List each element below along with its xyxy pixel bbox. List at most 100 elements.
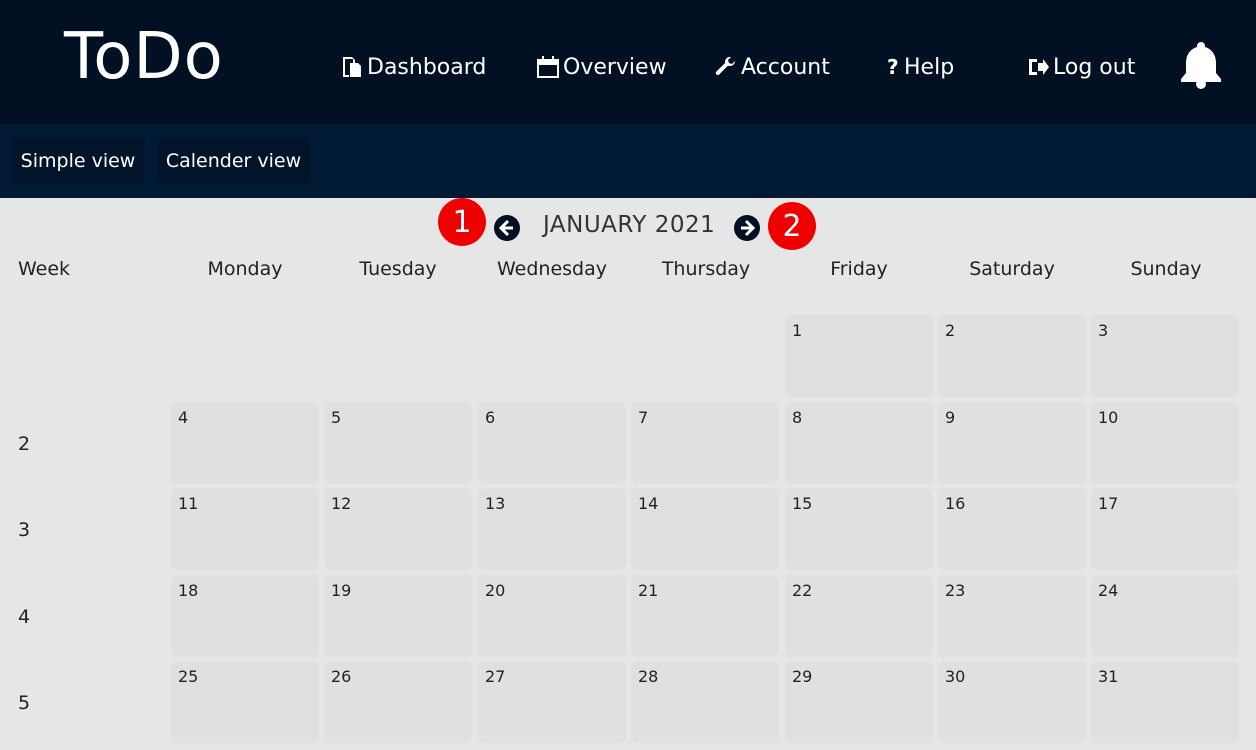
day-cell[interactable]: 1 [785,315,933,397]
day-header-saturday: Saturday [969,258,1055,280]
week-number: 4 [18,606,31,628]
wrench-icon [715,56,735,75]
day-cell[interactable]: 9 [938,402,1086,484]
day-number: 16 [945,494,966,513]
day-number: 8 [792,408,803,427]
nav-dashboard-label: Dashboard [367,54,487,80]
nav-overview-label: Overview [563,54,667,80]
day-cell[interactable]: 28 [631,661,779,743]
day-header-tuesday: Tuesday [359,258,437,280]
day-cell[interactable]: 16 [938,488,1086,570]
week-column-header: Week [18,258,71,280]
day-number: 3 [1098,321,1109,340]
day-number: 4 [178,408,189,427]
day-number: 25 [178,667,199,686]
bell-icon[interactable] [1178,40,1224,90]
top-navbar: ToDo Dashboard Overview Account ? Help L… [0,0,1256,124]
document-icon [343,57,361,77]
arrow-right-icon [741,219,756,237]
day-number: 11 [178,494,199,513]
nav-help-label: Help [904,54,955,80]
day-number: 1 [792,321,803,340]
day-cell[interactable]: 6 [478,402,626,484]
week-number: 3 [18,519,31,541]
day-cell[interactable]: 14 [631,488,779,570]
day-cell[interactable]: 31 [1091,661,1239,743]
week-number: 2 [18,433,31,455]
day-header-friday: Friday [830,258,888,280]
day-cell[interactable]: 7 [631,402,779,484]
day-number: 10 [1098,408,1119,427]
day-number: 7 [638,408,649,427]
day-header-monday: Monday [207,258,283,280]
day-header-wednesday: Wednesday [496,258,607,280]
week-number: 5 [18,692,31,714]
day-number: 26 [331,667,352,686]
day-cell[interactable]: 15 [785,488,933,570]
day-number: 15 [792,494,813,513]
day-cell[interactable]: 26 [324,661,472,743]
day-number: 12 [331,494,352,513]
question-icon: ? [887,55,899,79]
day-cell[interactable]: 24 [1091,575,1239,657]
day-number: 24 [1098,581,1119,600]
month-title: JANUARY 2021 [543,212,716,238]
day-cell[interactable]: 29 [785,661,933,743]
day-number: 31 [1098,667,1119,686]
day-cell[interactable]: 18 [171,575,319,657]
day-number: 23 [945,581,966,600]
day-cell[interactable]: 22 [785,575,933,657]
calendar-view-button[interactable]: Calender view [158,138,309,184]
prev-month-button[interactable] [494,215,520,241]
day-cell[interactable]: 30 [938,661,1086,743]
day-number: 27 [485,667,506,686]
day-number: 17 [1098,494,1119,513]
logout-icon [1029,59,1049,75]
next-month-button[interactable] [734,215,760,241]
day-cell[interactable]: 8 [785,402,933,484]
day-cell[interactable]: 23 [938,575,1086,657]
day-number: 2 [945,321,956,340]
day-number: 6 [485,408,496,427]
day-number: 5 [331,408,342,427]
day-number: 21 [638,581,659,600]
app-logo[interactable]: ToDo [64,20,224,94]
day-cell[interactable]: 17 [1091,488,1239,570]
simple-view-button[interactable]: Simple view [12,138,144,184]
day-cell[interactable]: 11 [171,488,319,570]
day-number: 20 [485,581,506,600]
nav-overview[interactable]: Overview [536,52,667,82]
day-number: 29 [792,667,813,686]
day-cell[interactable]: 12 [324,488,472,570]
day-number: 14 [638,494,659,513]
day-cell[interactable]: 19 [324,575,472,657]
day-cell[interactable]: 10 [1091,402,1239,484]
day-header-thursday: Thursday [661,258,751,280]
day-cell[interactable]: 27 [478,661,626,743]
day-cell[interactable]: 21 [631,575,779,657]
day-number: 22 [792,581,813,600]
annotation-marker-2: 2 [768,202,816,250]
nav-logout[interactable]: Log out [1026,52,1135,82]
day-cell[interactable]: 4 [171,402,319,484]
day-number: 28 [638,667,659,686]
annotation-marker-1: 1 [438,198,486,246]
day-number: 30 [945,667,966,686]
nav-account[interactable]: Account [714,52,830,82]
nav-help[interactable]: ? Help [885,52,954,82]
day-cell[interactable]: 3 [1091,315,1239,397]
day-number: 13 [485,494,506,513]
day-number: 9 [945,408,956,427]
day-cell[interactable]: 5 [324,402,472,484]
day-cell[interactable]: 2 [938,315,1086,397]
day-cell[interactable]: 20 [478,575,626,657]
day-number: 18 [178,581,199,600]
day-cell[interactable]: 25 [171,661,319,743]
day-cell[interactable]: 13 [478,488,626,570]
day-header-sunday: Sunday [1130,258,1202,280]
nav-logout-label: Log out [1053,54,1136,80]
svg-text:?: ? [887,55,899,79]
nav-dashboard[interactable]: Dashboard [340,52,486,82]
nav-account-label: Account [741,54,830,80]
day-number: 19 [331,581,352,600]
